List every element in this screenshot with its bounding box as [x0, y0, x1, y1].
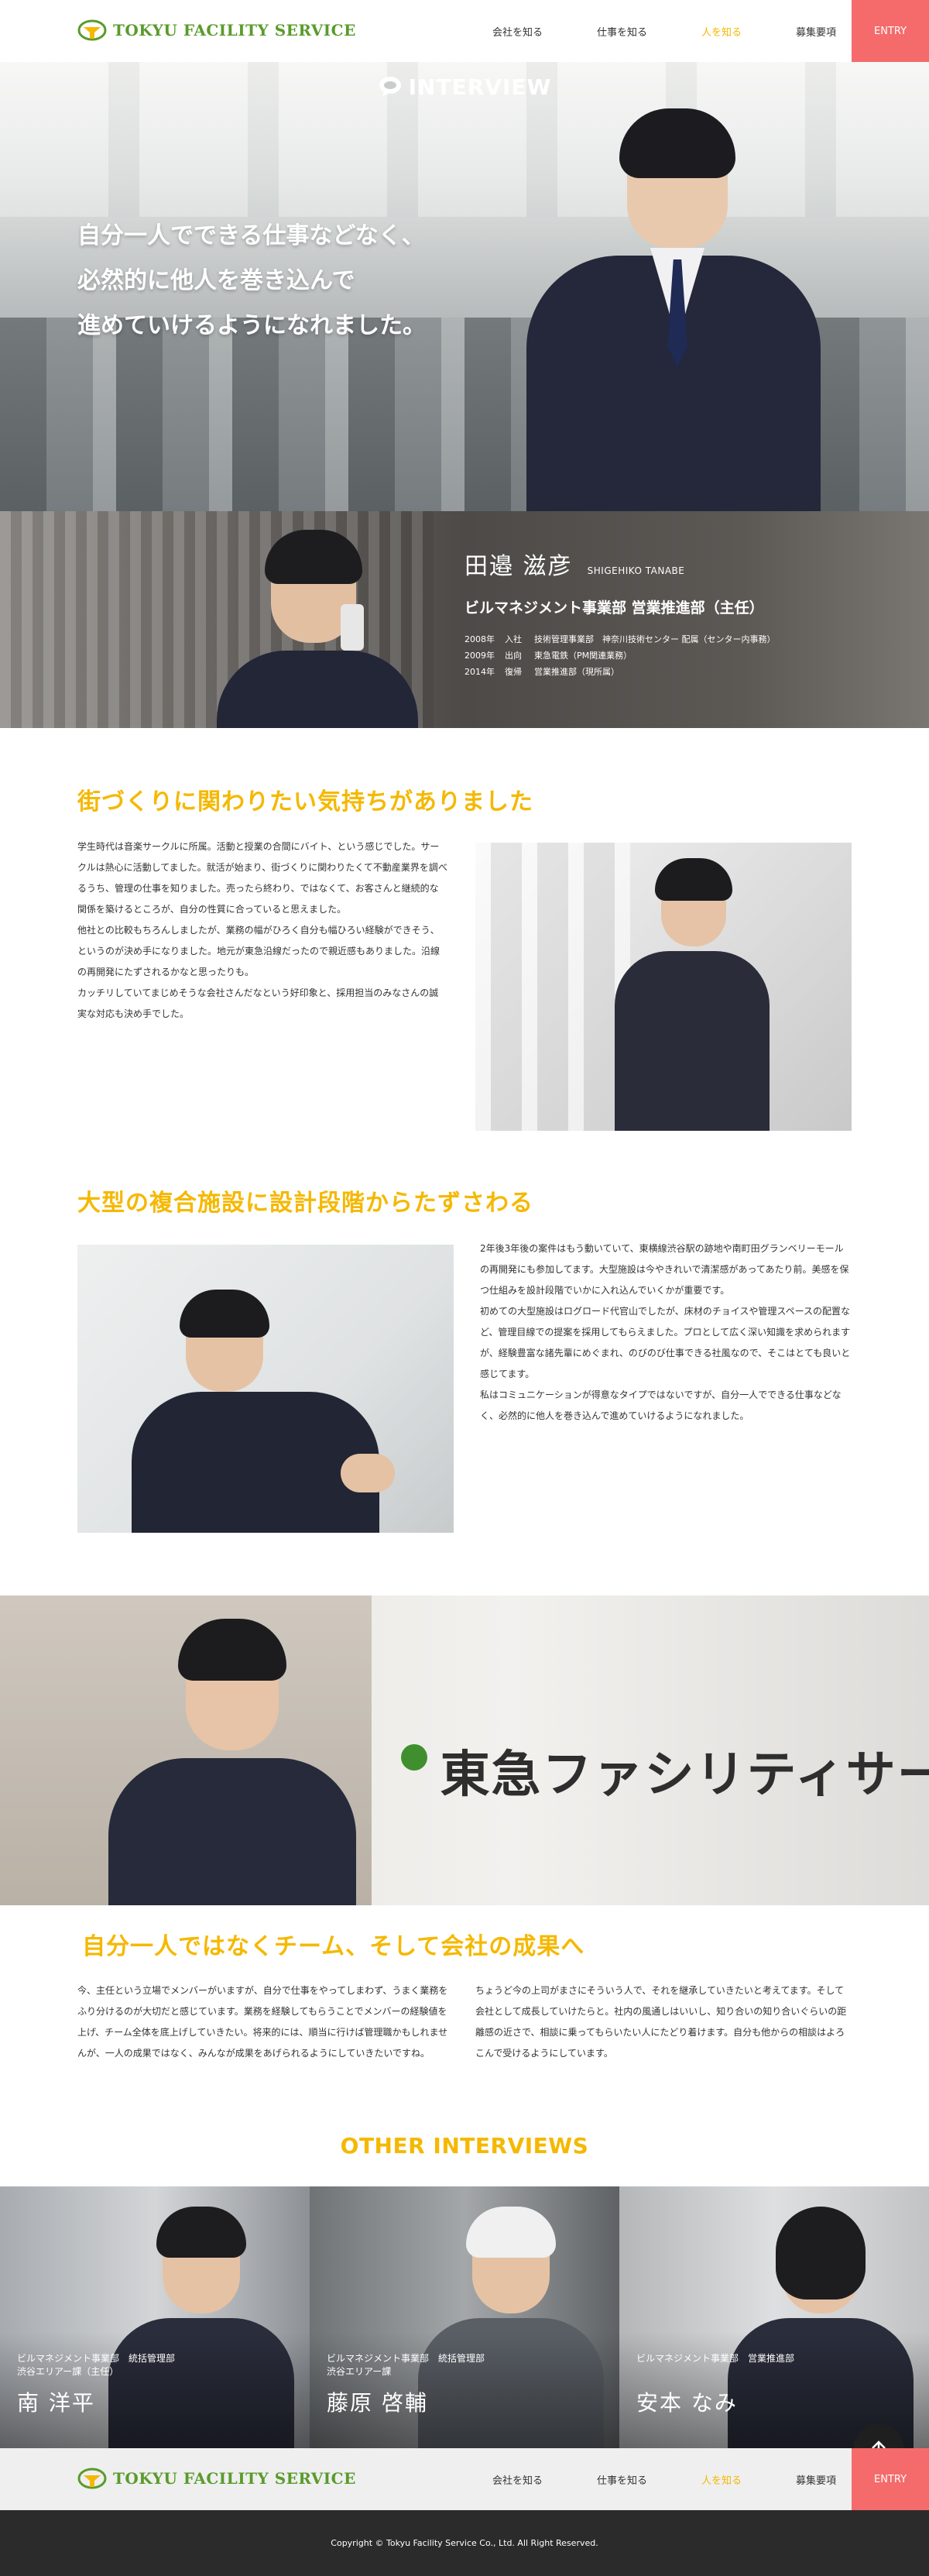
footer-logo[interactable]: TOKYU FACILITY SERVICE	[77, 2467, 356, 2490]
copyright: Copyright © Tokyu Facility Service Co., …	[0, 2510, 929, 2576]
section1-body: 学生時代は音楽サークルに所属。活動と授業の合間にバイト、という感じでした。サーク…	[77, 836, 447, 1025]
card-name: 南 洋平	[17, 2390, 95, 2416]
entry-button[interactable]: ENTRY	[852, 2448, 929, 2510]
hero-portrait	[526, 93, 821, 511]
speech-bubble-icon	[379, 77, 401, 97]
nav-work[interactable]: 仕事を知る	[597, 24, 647, 39]
entry-button[interactable]: ENTRY	[852, 0, 929, 62]
other-interviews-title: OTHER INTERVIEWS	[340, 2133, 589, 2159]
profile-roman-name: SHIGEHIKO TANABE	[587, 565, 685, 576]
history-row: 2009年 出向 東急電鉄（PM関連業務）	[464, 651, 632, 661]
hero-copy-line: 自分一人でできる仕事などなく、	[77, 222, 425, 249]
section3-col2: ちょうど今の上司がまさにそういう人で、それを継承していきたいと考えてます。そして…	[475, 1985, 847, 2059]
hero-copy-line: 進めていけるようになれました。	[77, 312, 426, 339]
logo-mark-icon	[77, 2468, 107, 2489]
history-row: 2008年 入社 技術管理事業部 神奈川技術センター 配属（センター内事務）	[464, 634, 776, 644]
section3-col1: 今、主任という立場でメンバーがいますが、自分で仕事をやってしまわず、うまく業務を…	[77, 1985, 448, 2059]
profile-band: 田邉 滋彦 SHIGEHIKO TANABE ビルマネジメント事業部 営業推進部…	[0, 511, 929, 728]
hero-copy-line: 必然的に他人を巻き込んで	[77, 267, 355, 294]
profile-name: 田邉 滋彦	[464, 553, 573, 580]
section1-heading: 街づくりに関わりたい気持ちがありました	[77, 788, 533, 816]
section2-photo	[77, 1245, 454, 1533]
card-name: 安本 なみ	[636, 2390, 738, 2416]
logo-text: TOKYU FACILITY SERVICE	[113, 2469, 356, 2488]
paragraph: 私はコミュニケーションが得意なタイプではないですが、自分一人でできる仕事などなく…	[480, 1389, 842, 1421]
card-department: ビルマネジメント事業部 統括管理部 渋谷エリアー課	[327, 2353, 485, 2377]
section2-body: 2年後3年後の案件はもう動いていて、東横線渋谷駅の跡地や南町田グランベリーモール…	[480, 1238, 852, 1427]
logo-text: TOKYU FACILITY SERVICE	[113, 21, 356, 39]
profile-history: 2008年 入社 技術管理事業部 神奈川技術センター 配属（センター内事務） 200…	[464, 631, 776, 680]
section3-photo: 東急ファシリティサービス株式会社	[0, 1595, 929, 1905]
paragraph: 2年後3年後の案件はもう動いていて、東横線渋谷駅の跡地や南町田グランベリーモール…	[480, 1243, 849, 1296]
logo-mark-icon	[77, 19, 107, 41]
company-sign: 東急ファシリティサービス株式会社	[440, 1746, 929, 1804]
hero: INTERVIEW 自分一人でできる仕事などなく、 必然的に他人を巻き込んで 進…	[0, 62, 929, 511]
nav-recruit[interactable]: 募集要項	[796, 24, 836, 39]
logo[interactable]: TOKYU FACILITY SERVICE	[77, 19, 356, 42]
nav-work[interactable]: 仕事を知る	[597, 2472, 647, 2487]
nav-company[interactable]: 会社を知る	[492, 24, 543, 39]
history-row: 2014年 復帰 営業推進部（現所属）	[464, 667, 619, 677]
hero-copy: 自分一人でできる仕事などなく、 必然的に他人を巻き込んで 進めていけるようになれ…	[77, 214, 426, 349]
paragraph: カッチリしていてまじめそうな会社さんだなという好印象と、採用担当のみなさんの誠実…	[77, 987, 439, 1019]
profile-text: 田邉 滋彦 SHIGEHIKO TANABE ビルマネジメント事業部 営業推進部…	[464, 547, 776, 680]
nav-company[interactable]: 会社を知る	[492, 2472, 543, 2487]
section1-photo	[475, 843, 852, 1131]
site-header: TOKYU FACILITY SERVICE 会社を知る 仕事を知る 人を知る …	[0, 0, 929, 62]
footer-nav: TOKYU FACILITY SERVICE 会社を知る 仕事を知る 人を知る …	[0, 2448, 929, 2510]
interview-card[interactable]: ビルマネジメント事業部 統括管理部 渋谷エリアー課（主任） 南 洋平	[0, 2186, 310, 2448]
hero-label: INTERVIEW	[0, 74, 929, 100]
footer-menu: 会社を知る 仕事を知る 人を知る 募集要項	[438, 2448, 836, 2510]
section2-heading: 大型の複合施設に設計段階からたずさわる	[77, 1190, 533, 1217]
card-name: 藤原 啓輔	[327, 2390, 428, 2416]
paragraph: 他社との比較もちろんしましたが、業務の幅がひろく自分も幅ひろい経験ができそう、と…	[77, 925, 441, 977]
profile-department: ビルマネジメント事業部 営業推進部（主任）	[464, 599, 764, 617]
section3-heading: 自分一人ではなくチーム、そして会社の成果へ	[82, 1933, 585, 1960]
paragraph: 学生時代は音楽サークルに所属。活動と授業の合間にバイト、という感じでした。サーク…	[77, 841, 447, 915]
main-nav: 会社を知る 仕事を知る 人を知る 募集要項	[438, 0, 836, 62]
nav-recruit[interactable]: 募集要項	[796, 2472, 836, 2487]
nav-people[interactable]: 人を知る	[701, 24, 742, 39]
nav-people[interactable]: 人を知る	[701, 2472, 742, 2487]
interview-cards: ビルマネジメント事業部 統括管理部 渋谷エリアー課（主任） 南 洋平 ビルマネジ…	[0, 2186, 929, 2448]
card-department: ビルマネジメント事業部 統括管理部 渋谷エリアー課（主任）	[17, 2353, 176, 2377]
profile-photo	[209, 519, 426, 728]
paragraph: 初めての大型施設はログロード代官山でしたが、床材のチョイスや管理スペースの配置な…	[480, 1306, 851, 1379]
hero-label-text: INTERVIEW	[408, 74, 552, 100]
interview-card[interactable]: ビルマネジメント事業部 営業推進部 安本 なみ	[619, 2186, 929, 2448]
card-department: ビルマネジメント事業部 営業推進部	[636, 2353, 795, 2364]
interview-card[interactable]: ビルマネジメント事業部 統括管理部 渋谷エリアー課 藤原 啓輔	[310, 2186, 619, 2448]
